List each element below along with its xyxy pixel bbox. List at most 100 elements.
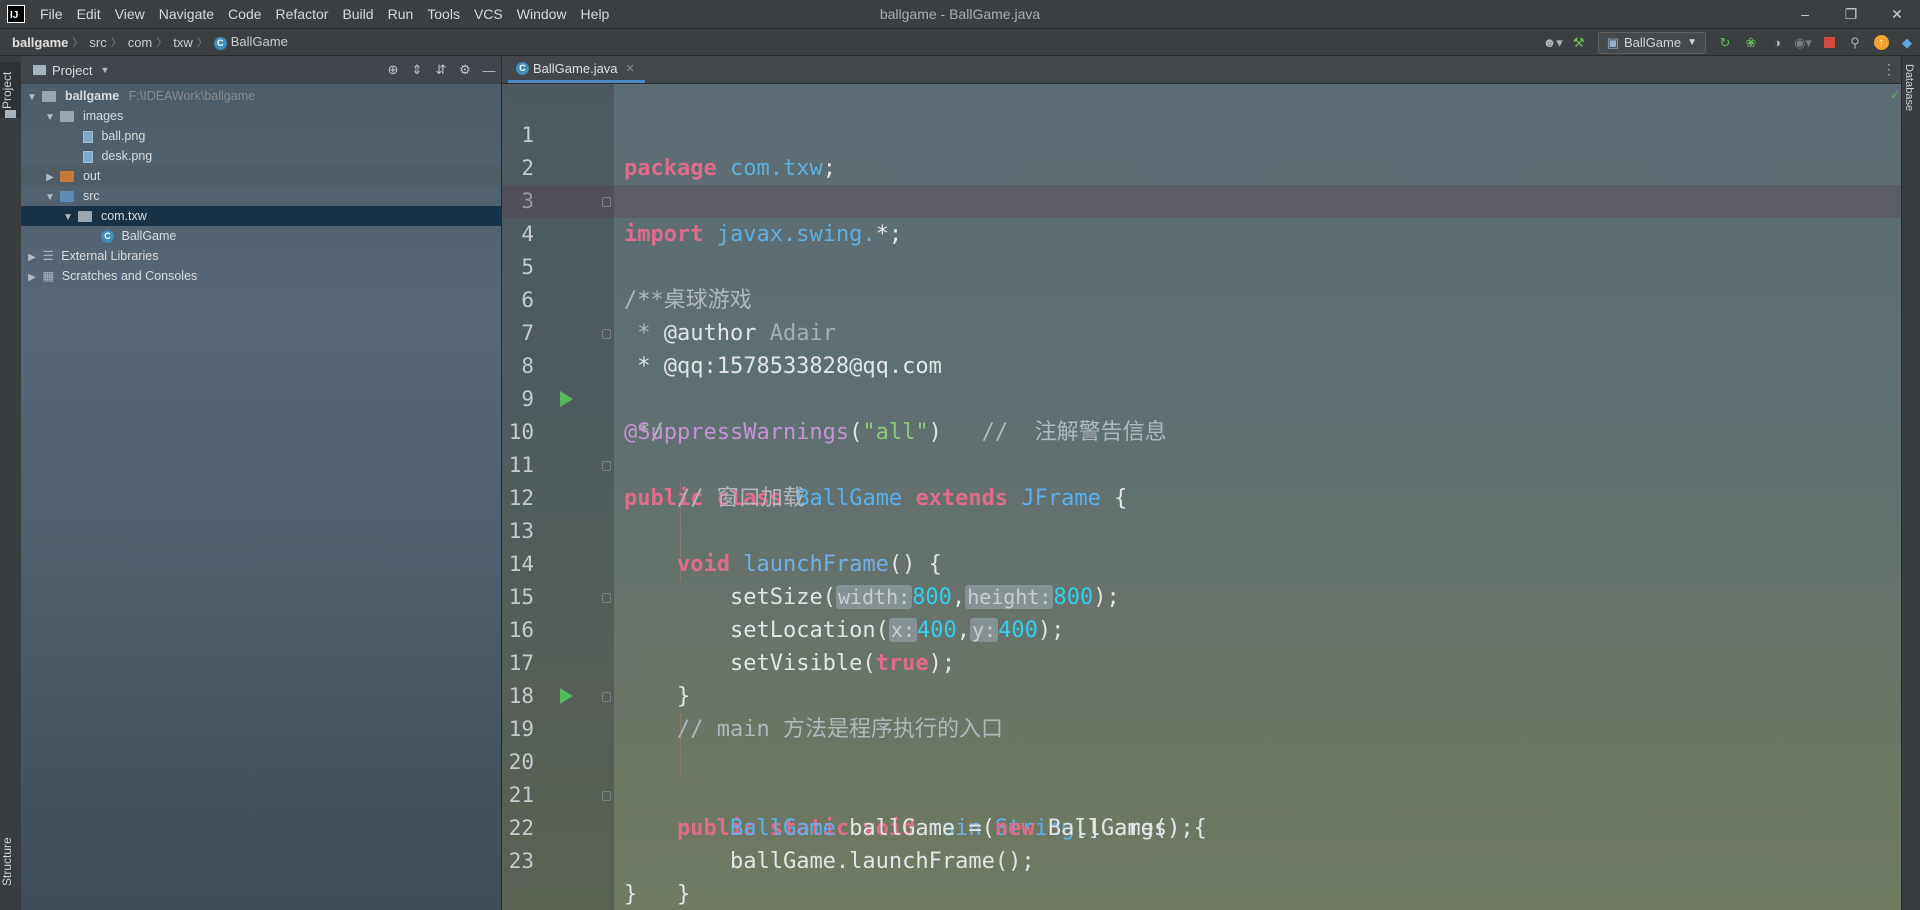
code-editor[interactable]: C BallGame.java ✕ ⋮ 1 package com.txw; 2… <box>502 56 1902 910</box>
menu-file[interactable]: File <box>33 0 70 28</box>
menu-tools[interactable]: Tools <box>420 0 467 28</box>
minimize-button[interactable]: – <box>1782 0 1828 28</box>
search-icon[interactable]: ⚲ <box>1844 32 1866 54</box>
tree-item-images[interactable]: ▼ images <box>21 106 501 126</box>
chevron-down-icon[interactable]: ▼ <box>43 188 57 208</box>
breadcrumb-src[interactable]: src <box>83 35 110 50</box>
collapse-all-icon[interactable]: ⇵ <box>429 62 453 78</box>
menu-run[interactable]: Run <box>381 0 421 28</box>
tree-item-scratches[interactable]: ▶ ▦ Scratches and Consoles <box>21 266 501 286</box>
chevron-right-icon[interactable]: ▶ <box>25 268 39 288</box>
code-line[interactable]: 16 } <box>502 581 1902 709</box>
code-line[interactable]: 7 * @qq:1578533828@qq.com <box>502 284 1902 379</box>
tool-tab-database[interactable]: Database <box>1903 64 1915 111</box>
code-line[interactable]: 19 public static void main(String[] args… <box>502 680 1902 841</box>
menu-help[interactable]: Help <box>574 0 617 28</box>
code-area[interactable]: 1 package com.txw; 2 3 import javax.swin… <box>502 86 1902 907</box>
code-line[interactable]: 13 setSize(width:800, height:800); <box>502 482 1902 610</box>
tree-item-desk-png[interactable]: desk.png <box>21 146 501 166</box>
tree-item-ballgame-class[interactable]: C BallGame <box>21 226 501 246</box>
chevron-right-icon[interactable]: ▶ <box>43 168 57 188</box>
chevron-down-icon[interactable]: ▼ <box>100 65 109 75</box>
plugin-icon[interactable]: ◆ <box>1896 32 1918 54</box>
editor-tab-ballgame-java[interactable]: C BallGame.java ✕ <box>508 56 645 83</box>
breadcrumb-com[interactable]: com <box>122 35 157 50</box>
expand-all-icon[interactable]: ⇕ <box>405 62 429 78</box>
tree-item-label: External Libraries <box>61 249 159 263</box>
code-line[interactable]: 14 setLocation(x:400, y:400); <box>502 515 1902 643</box>
rerun-icon[interactable]: ↻ <box>1714 32 1736 54</box>
breadcrumb-project[interactable]: ballgame <box>0 35 72 50</box>
fold-icon[interactable] <box>602 461 611 471</box>
image-file-icon <box>83 150 93 163</box>
code-line[interactable]: 5 * 桌球游戏 <box>502 218 1902 313</box>
breadcrumb-class[interactable]: C BallGame <box>208 34 292 50</box>
fold-icon[interactable] <box>602 593 611 603</box>
tree-item-src[interactable]: ▼ src <box>21 186 501 206</box>
tree-item-label: images <box>82 109 124 123</box>
menu-refactor[interactable]: Refactor <box>269 0 336 28</box>
chevron-down-icon: ▼ <box>1687 37 1697 48</box>
fold-icon[interactable] <box>602 791 611 801</box>
menu-edit[interactable]: Edit <box>70 0 108 28</box>
code-line[interactable]: 11 // 窗口加载 <box>502 416 1902 511</box>
more-vertical-icon[interactable]: ⋮ <box>1882 61 1896 78</box>
code-line[interactable]: 10 public class BallGame extends JFrame … <box>502 383 1902 511</box>
code-line[interactable]: 15 setVisible(true); <box>502 548 1902 676</box>
menu-vcs[interactable]: VCS <box>467 0 510 28</box>
code-line[interactable]: 12 void launchFrame() { <box>502 449 1902 577</box>
update-icon[interactable]: ↑ <box>1870 32 1892 54</box>
tree-item-label: src <box>82 189 100 203</box>
stop-icon[interactable] <box>1818 32 1840 54</box>
tree-item-ball-png[interactable]: ball.png <box>21 126 501 146</box>
menu-window[interactable]: Window <box>510 0 574 28</box>
coverage-icon[interactable]: ◑ <box>1766 32 1788 54</box>
run-gutter-icon[interactable] <box>560 688 573 704</box>
user-icon[interactable]: ☻▾ <box>1542 32 1564 54</box>
debug-icon[interactable]: ❀ <box>1740 32 1762 54</box>
menu-navigate[interactable]: Navigate <box>152 0 221 28</box>
code-line[interactable]: 6 * @author Adair <box>502 251 1902 346</box>
code-line[interactable]: 18 // main 方法是程序执行的入口 <box>502 647 1902 742</box>
profile-icon[interactable]: ◉▾ <box>1792 32 1814 54</box>
project-panel: Project ▼ ⊕ ⇕ ⇵ ⚙ — ▼ ballgame F:\IDEAWo… <box>21 56 502 910</box>
close-window-button[interactable]: ✕ <box>1874 0 1920 28</box>
code-line[interactable]: 20 BallGame ballGame = new BallGame(); <box>502 713 1902 841</box>
hide-panel-icon[interactable]: — <box>477 63 501 78</box>
code-line[interactable]: 23 } <box>502 812 1902 907</box>
run-gutter-icon[interactable] <box>560 391 573 407</box>
menu-build[interactable]: Build <box>335 0 380 28</box>
chevron-down-icon[interactable]: ▼ <box>43 108 57 128</box>
fold-icon[interactable] <box>602 329 611 339</box>
chevron-down-icon[interactable]: ▼ <box>25 88 39 108</box>
code-line[interactable]: 21 ballGame.launchFrame(); <box>502 746 1902 874</box>
code-line[interactable]: 1 package com.txw; <box>502 86 1902 181</box>
chevron-right-icon[interactable]: ▶ <box>25 248 39 268</box>
build-hammer-icon[interactable]: ⚒ <box>1568 32 1590 54</box>
code-line[interactable]: 22 } <box>502 779 1902 907</box>
code-line[interactable]: 3 import javax.swing.*; <box>502 152 1902 247</box>
run-config-selector[interactable]: ▣ BallGame ▼ <box>1597 31 1706 54</box>
code-line[interactable]: 9 @SuppressWarnings("all") // 注解警告信息 <box>502 350 1902 445</box>
checkmark-icon: ✓ <box>1890 88 1901 102</box>
tree-item-external-libraries[interactable]: ▶ ☰ External Libraries <box>21 246 501 266</box>
tree-item-ballgame[interactable]: ▼ ballgame F:\IDEAWork\ballgame <box>21 86 501 106</box>
project-view-selector[interactable]: Project <box>52 63 92 78</box>
gear-icon[interactable]: ⚙ <box>453 62 477 78</box>
fold-icon[interactable] <box>602 197 611 207</box>
tree-item-com-txw[interactable]: ▼ com.txw <box>21 206 501 226</box>
tool-tab-structure[interactable]: Structure <box>0 822 21 902</box>
locate-icon[interactable]: ⊕ <box>381 62 405 78</box>
fold-icon[interactable] <box>602 692 611 702</box>
code-line[interactable]: 2 <box>502 119 1902 180</box>
restore-button[interactable]: ❐ <box>1828 0 1874 28</box>
code-line[interactable]: 8 */ <box>502 317 1902 445</box>
code-line-current[interactable]: 4 /** <box>502 185 1902 313</box>
menu-view[interactable]: View <box>108 0 152 28</box>
breadcrumb-txw[interactable]: txw <box>167 35 197 50</box>
code-line[interactable]: 17 <box>502 614 1902 675</box>
close-icon[interactable]: ✕ <box>626 62 635 75</box>
menu-code[interactable]: Code <box>221 0 268 28</box>
tree-item-out[interactable]: ▶ out <box>21 166 501 186</box>
chevron-down-icon[interactable]: ▼ <box>61 208 75 228</box>
